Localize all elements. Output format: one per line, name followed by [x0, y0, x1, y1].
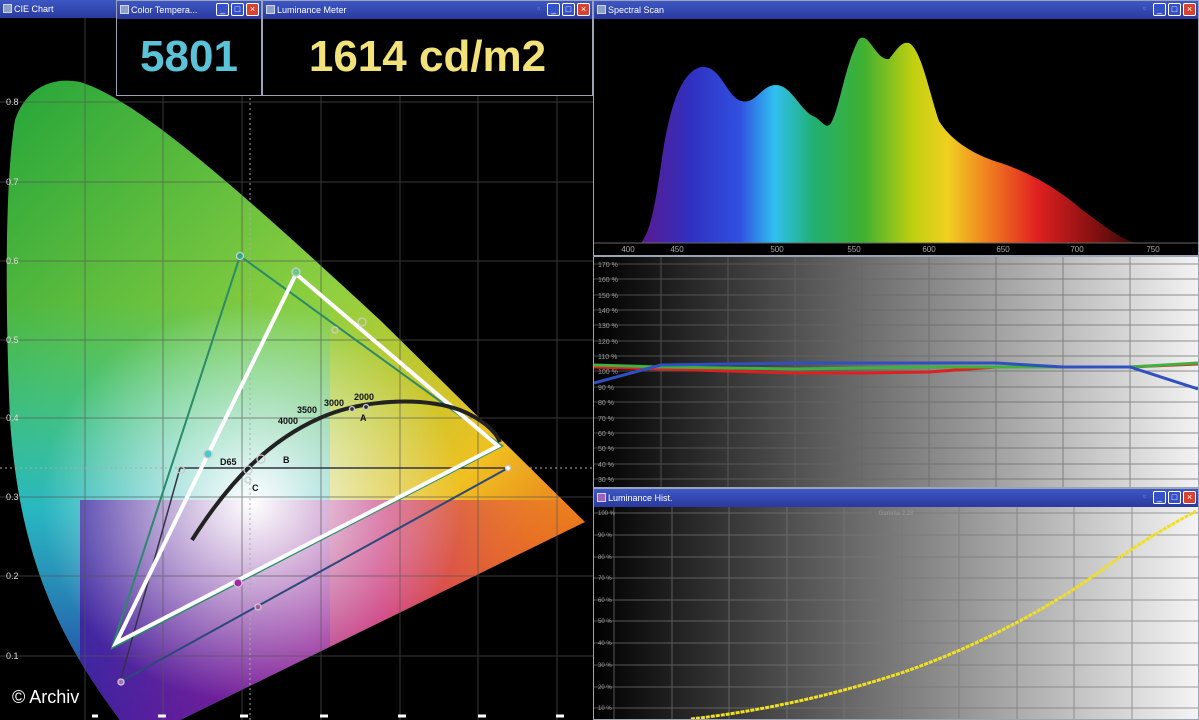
spectral-x-tick: 700 [1070, 245, 1084, 254]
spectral-x-tick: 550 [847, 245, 861, 254]
balance-y-tick: 100 % [598, 369, 618, 376]
spectral-x-tick: 450 [670, 245, 684, 254]
balance-y-tick: 80 % [598, 400, 614, 407]
luminance-hist-titlebar[interactable]: Luminance Hist. ▫ _ □ × [594, 489, 1198, 507]
pin-button[interactable]: ▫ [532, 3, 545, 16]
spectral-scan-title: Spectral Scan [608, 5, 665, 15]
spectral-scan-titlebar[interactable]: Spectral Scan ▫ _ □ × [594, 1, 1198, 19]
illuminant-label: B [283, 455, 290, 465]
luminance-y-tick: 90 % [598, 533, 612, 539]
luminance-y-tick: 20 % [598, 685, 612, 691]
close-button[interactable]: × [246, 3, 259, 16]
cie-diagram: 0.8 0.7 0.6 0.5 0.4 0.3 0.2 0.1 2000 300… [0, 18, 593, 720]
cie-chart-titlebar[interactable]: CIE Chart [0, 0, 116, 18]
luminance-y-tick: 80 % [598, 555, 612, 561]
balance-y-tick: 170 % [598, 262, 618, 269]
spectral-plot: 400 450 500 550 600 650 700 750 [594, 19, 1198, 255]
spectral-x-tick: 400 [621, 245, 635, 254]
cie-chart-title: CIE Chart [14, 4, 54, 14]
luminance-meter-title: Luminance Meter [277, 5, 347, 15]
window-icon [3, 4, 12, 13]
locus-label: 4000 [278, 416, 298, 426]
luminance-y-tick: 40 % [598, 641, 612, 647]
spectral-x-tick: 650 [996, 245, 1010, 254]
luminance-meter-titlebar[interactable]: Luminance Meter ▫ _ □ × [263, 1, 592, 19]
color-temperature-window[interactable]: Color Tempera... _ □ × 5801 [116, 0, 262, 96]
balance-y-tick: 70 % [598, 416, 614, 423]
luminance-plot: Gamma 2.28 100 % 90 % 80 % 70 % 60 % 50 … [594, 507, 1198, 719]
locus-label: 3500 [297, 405, 317, 415]
spectral-x-tick: 750 [1146, 245, 1160, 254]
color-temperature-titlebar[interactable]: Color Tempera... _ □ × [117, 1, 261, 19]
illuminant-label: A [360, 413, 367, 423]
cie-y-tick: 0.3 [6, 492, 19, 502]
luminance-y-tick: 60 % [598, 598, 612, 604]
balance-y-tick: 110 % [598, 354, 617, 361]
maximize-button[interactable]: □ [1168, 3, 1181, 16]
luminance-hist-title: Luminance Hist. [608, 493, 673, 503]
cie-y-tick: 0.7 [6, 177, 19, 187]
window-icon [266, 5, 275, 14]
rgb-balance-window[interactable]: 170 % 160 % 150 % 140 % 130 % 120 % 110 … [593, 256, 1199, 488]
rgb-balance-plot: 170 % 160 % 150 % 140 % 130 % 120 % 110 … [594, 257, 1198, 487]
cie-y-tick: 0.1 [6, 651, 19, 661]
gamma-label: Gamma 2.28 [879, 511, 914, 517]
copyright-notice: © Archiv [12, 687, 80, 707]
locus-label: 2000 [354, 392, 374, 402]
minimize-button[interactable]: _ [547, 3, 560, 16]
maximize-button[interactable]: □ [562, 3, 575, 16]
balance-y-tick: 150 % [598, 293, 618, 300]
minimize-button[interactable]: _ [1153, 3, 1166, 16]
luminance-y-tick: 30 % [598, 663, 612, 669]
close-button[interactable]: × [1183, 3, 1196, 16]
luminance-meter-window[interactable]: Luminance Meter ▫ _ □ × 1614 cd/m2 [262, 0, 593, 96]
luminance-y-tick: 10 % [598, 706, 612, 712]
balance-y-tick: 160 % [598, 277, 618, 284]
locus-label: 3000 [324, 398, 344, 408]
cie-chart-window[interactable]: CIE Chart [0, 0, 116, 18]
balance-y-tick: 40 % [598, 462, 614, 469]
cie-y-tick: 0.5 [6, 335, 19, 345]
luminance-y-tick: 50 % [598, 619, 612, 625]
balance-y-tick: 50 % [598, 446, 614, 453]
close-button[interactable]: × [577, 3, 590, 16]
balance-y-tick: 60 % [598, 431, 614, 438]
balance-y-tick: 90 % [598, 385, 614, 392]
color-temperature-value: 5801 [140, 32, 238, 81]
luminance-value: 1614 cd/m2 [308, 32, 547, 81]
balance-y-tick: 140 % [598, 308, 618, 315]
luminance-y-tick: 70 % [598, 576, 612, 582]
cie-y-tick: 0.8 [6, 97, 19, 107]
illuminant-label: C [252, 483, 259, 493]
balance-y-tick: 120 % [598, 339, 618, 346]
spectral-x-tick: 500 [770, 245, 784, 254]
cie-y-tick: 0.4 [6, 413, 19, 423]
locus-label: D65 [220, 457, 237, 467]
maximize-button[interactable]: □ [231, 3, 244, 16]
window-icon [597, 493, 606, 502]
window-icon [120, 5, 129, 14]
maximize-button[interactable]: □ [1168, 491, 1181, 504]
balance-y-tick: 130 % [598, 323, 618, 330]
minimize-button[interactable]: _ [216, 3, 229, 16]
cie-y-tick: 0.2 [6, 571, 19, 581]
pin-button[interactable]: ▫ [1138, 491, 1151, 504]
cie-y-tick: 0.6 [6, 256, 19, 266]
spectral-x-tick: 600 [922, 245, 936, 254]
spectral-scan-window[interactable]: Spectral Scan ▫ _ □ × 400 450 500 550 60… [593, 0, 1199, 256]
balance-y-tick: 30 % [598, 477, 614, 484]
color-temperature-title: Color Tempera... [131, 5, 198, 15]
pin-button[interactable]: ▫ [1138, 3, 1151, 16]
luminance-hist-window[interactable]: Luminance Hist. ▫ _ □ × Gamma 2.28 100 %… [593, 488, 1199, 720]
luminance-y-tick: 100 % [598, 511, 616, 517]
close-button[interactable]: × [1183, 491, 1196, 504]
window-icon [597, 5, 606, 14]
minimize-button[interactable]: _ [1153, 491, 1166, 504]
